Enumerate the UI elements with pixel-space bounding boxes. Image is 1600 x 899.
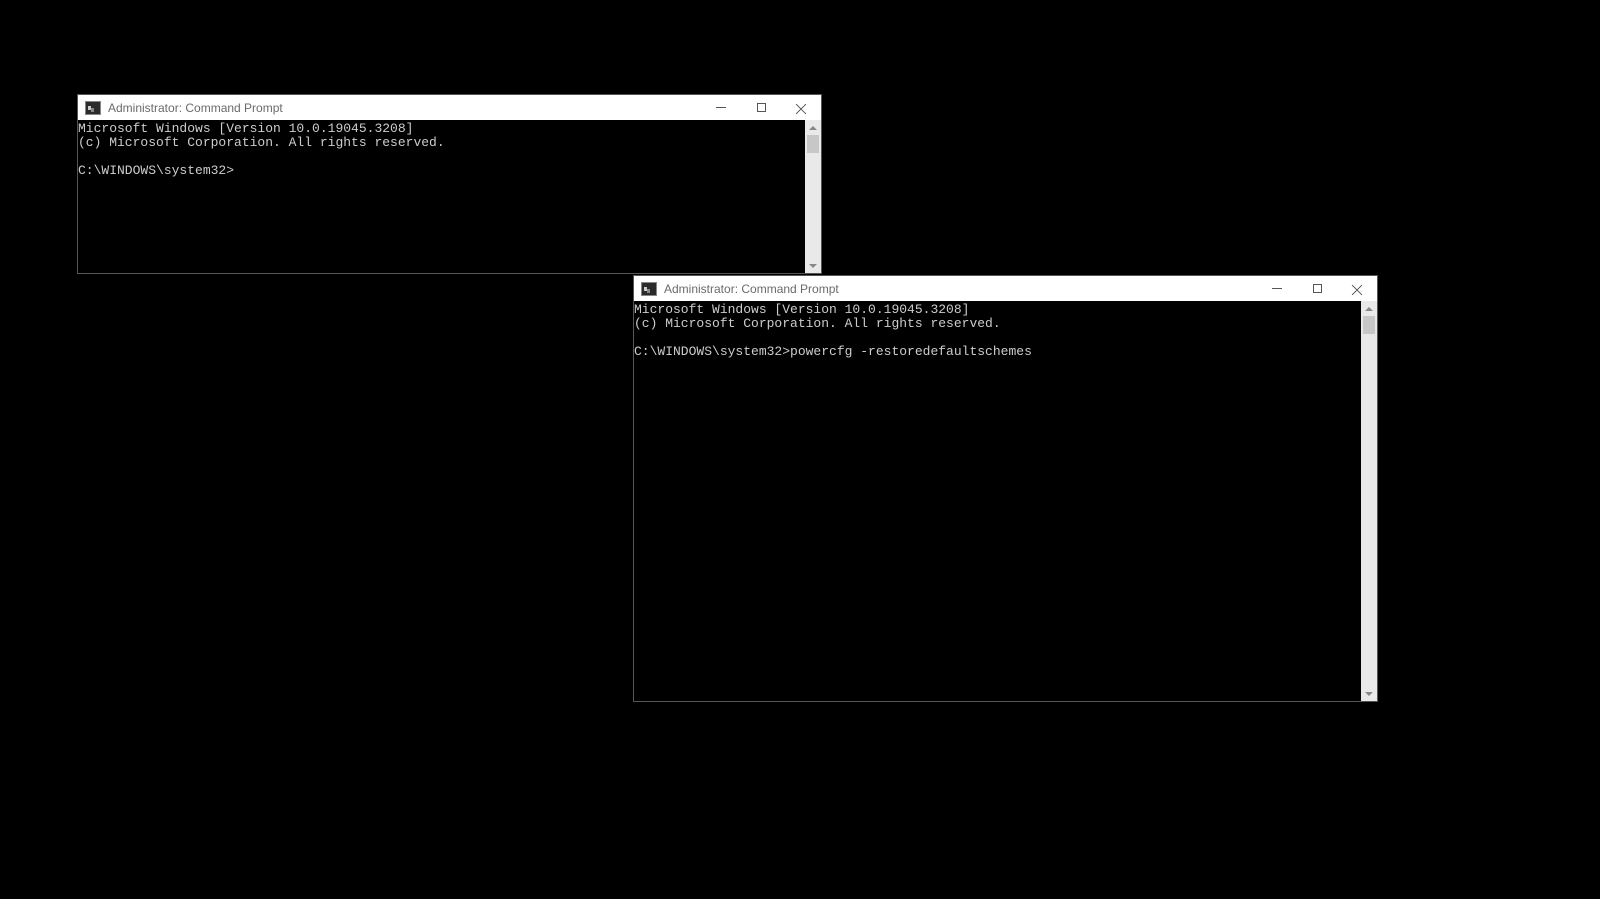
- scroll-track[interactable]: [1361, 316, 1377, 686]
- chevron-up-icon: [1365, 307, 1373, 311]
- terminal-output[interactable]: Microsoft Windows [Version 10.0.19045.32…: [634, 301, 1361, 701]
- minimize-button[interactable]: [1257, 276, 1297, 301]
- cmd-window-1: Administrator: Command Prompt Microsoft …: [77, 94, 822, 274]
- maximize-icon: [1313, 284, 1322, 293]
- maximize-button[interactable]: [741, 95, 781, 120]
- close-button[interactable]: [1337, 276, 1377, 301]
- terminal-output[interactable]: Microsoft Windows [Version 10.0.19045.32…: [78, 120, 805, 273]
- scroll-track[interactable]: [805, 135, 821, 258]
- scroll-thumb[interactable]: [1363, 316, 1375, 334]
- scrollbar: [805, 120, 821, 273]
- chevron-down-icon: [809, 264, 817, 268]
- minimize-icon: [1272, 288, 1282, 289]
- titlebar[interactable]: Administrator: Command Prompt: [78, 95, 821, 120]
- cmd-icon: [85, 101, 101, 115]
- scroll-down-button[interactable]: [805, 258, 821, 273]
- window-title: Administrator: Command Prompt: [664, 282, 1257, 296]
- scroll-up-button[interactable]: [805, 120, 821, 135]
- cmd-icon: [641, 282, 657, 296]
- scroll-down-button[interactable]: [1361, 686, 1377, 701]
- close-button[interactable]: [781, 95, 821, 120]
- cmd-window-2: Administrator: Command Prompt Microsoft …: [633, 275, 1378, 702]
- close-icon: [1351, 283, 1363, 295]
- client-area: Microsoft Windows [Version 10.0.19045.32…: [634, 301, 1377, 701]
- close-icon: [795, 102, 807, 114]
- minimize-icon: [716, 107, 726, 108]
- scrollbar: [1361, 301, 1377, 701]
- maximize-icon: [757, 103, 766, 112]
- minimize-button[interactable]: [701, 95, 741, 120]
- maximize-button[interactable]: [1297, 276, 1337, 301]
- titlebar[interactable]: Administrator: Command Prompt: [634, 276, 1377, 301]
- chevron-down-icon: [1365, 692, 1373, 696]
- scroll-thumb[interactable]: [807, 135, 819, 153]
- window-controls: [1257, 276, 1377, 301]
- client-area: Microsoft Windows [Version 10.0.19045.32…: [78, 120, 821, 273]
- window-controls: [701, 95, 821, 120]
- window-title: Administrator: Command Prompt: [108, 101, 701, 115]
- scroll-up-button[interactable]: [1361, 301, 1377, 316]
- chevron-up-icon: [809, 126, 817, 130]
